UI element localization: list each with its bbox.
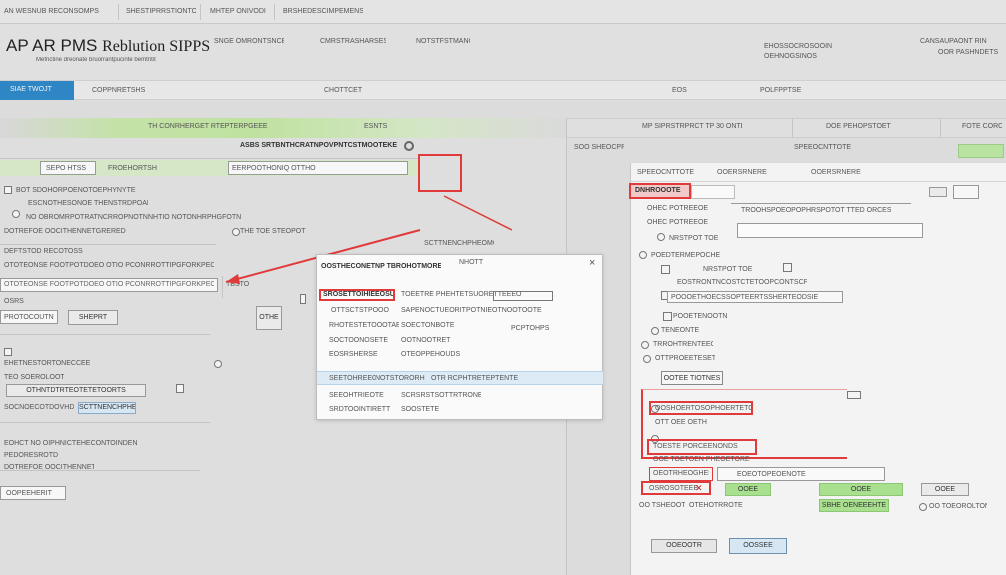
right-header-2: OOERSRNERE xyxy=(717,169,767,176)
right-action-button[interactable]: OOTEE TIOTNES xyxy=(661,371,723,385)
modal-row-3-value: OOTNOOTRET xyxy=(401,337,451,344)
green-button-3[interactable]: SBHE OENEEEHTE xyxy=(819,499,889,512)
modal-row-6-label: SEEOHTRIEOTE xyxy=(329,392,384,399)
right-radio-5[interactable] xyxy=(643,355,651,363)
right-radio-3[interactable] xyxy=(651,327,659,335)
bottom-field-box-text: EOEOTOPEOENOTE xyxy=(737,471,806,478)
green-button-2[interactable]: OOEE xyxy=(819,483,903,496)
red-group-label-1: OOSHOERTOSOPHOERTETOHHIEE xyxy=(655,405,751,412)
right-field-value: TROOHSPOEOPOPHRSPOTOT TTED ORCESTSEORE xyxy=(741,207,891,214)
modal-row-2-extra: PCPTOHPS xyxy=(511,325,550,332)
red-group2-label: TOESTE PORCEENONDS xyxy=(653,443,738,450)
modal-subtitle: NHOTT xyxy=(459,259,484,266)
right-checkbox-4[interactable] xyxy=(663,312,672,321)
right-radio-label: OHEC POTREEOE xyxy=(647,205,709,212)
right-checkbox-label-1: NRSTPOT TOE xyxy=(703,266,753,273)
right-checkbox-label-3: POOOETHOECSSOPTEERTSSHERTEODSIE xyxy=(671,294,819,301)
modal-close-icon[interactable]: × xyxy=(589,257,595,269)
right-top-small-button[interactable] xyxy=(929,187,947,197)
right-group-title: POEDTERMEPOCHE xyxy=(651,252,721,259)
red-group-label-2: OTT OEE OETH xyxy=(655,419,707,426)
modal-row-7-value: SOOSTETE xyxy=(401,406,440,413)
right-radio-label-2: OHEC POTREEOE xyxy=(647,219,709,226)
right-bottom-small-button[interactable]: OOEE xyxy=(921,483,969,496)
modal-title: OOSTHECONETNP TBROHOTMORE xyxy=(321,263,441,270)
right-sub-label: NRSTPOT TOE xyxy=(669,235,719,242)
right-checkbox-label-6: TRROHTRENTEEOE xyxy=(653,341,713,348)
right-radio-2[interactable] xyxy=(639,251,647,259)
right-checkbox-label-5: TENEONTE xyxy=(661,327,700,334)
right-top-text: SOO SHEOCPREEET xyxy=(574,144,624,151)
modal-heading-box xyxy=(493,291,553,301)
right-top-green-button[interactable] xyxy=(958,144,1004,158)
right-header-3: OOERSRNERE xyxy=(811,169,861,176)
modal-row-2-value: SOECTONBOTE xyxy=(401,322,455,329)
modal-row-4-value: OTEOPPEHOUDS xyxy=(401,351,461,358)
right-top-text-2: SPEEOCNTTOTE xyxy=(794,144,852,151)
modal-row-6-value: SCRSRSTSOTTRTRONE xyxy=(401,392,481,399)
right-checkbox-label-4: POOETENOOTN xyxy=(673,313,728,320)
modal-row-7-label: SRDTOOINTIRETT xyxy=(329,406,391,413)
right-radio-4[interactable] xyxy=(641,341,649,349)
red-group2-sub: OOE TOETOEN PHEOETORE xyxy=(653,456,750,463)
modal-row-1-value: SAPENOCTUEORITPOTNIEOTNOOTOOTE xyxy=(401,307,542,314)
right-checkbox-label-7: OTTPROEETESETS xyxy=(655,355,715,362)
modal-row-1-label: OTTSCTSTPOOO xyxy=(331,307,389,314)
right-header-1: SPEEOCNTTOTE xyxy=(637,169,695,176)
modal-row-2-label: RHOTESTETOOOTAE xyxy=(329,322,399,329)
right-field-underline xyxy=(731,203,911,204)
right-radio-8[interactable] xyxy=(919,503,927,511)
modal-row-4-label: EOSRSHERSE xyxy=(329,351,378,358)
modal-row-3-label: SOCTOONOSETE xyxy=(329,337,388,344)
bottom-row-1: OO TSHEOOTE xyxy=(639,502,685,509)
modal-heading-label: SROSETTOIHIEEOSURTOE xyxy=(323,291,393,298)
footer-button-2[interactable]: OOSSEE xyxy=(729,538,787,554)
bottom-checkbox-label: OO TOEOROLTONE xyxy=(929,503,987,510)
details-modal: OOSTHECONETNP TBROHOTMORE NHOTT × SROSET… xyxy=(316,254,603,420)
right-checkbox-2[interactable] xyxy=(783,263,792,272)
right-radio-1[interactable] xyxy=(657,233,665,241)
right-long-input[interactable] xyxy=(737,223,923,238)
modal-row-5-label: SEETOHREEO xyxy=(329,375,375,382)
floating-label: SCTTNENCHPHEOMOOTBERE xyxy=(424,240,494,247)
bottom-row-2: OTEHOTRROTE xyxy=(689,502,743,509)
right-highlight-label: DNHROOOTE xyxy=(635,187,681,194)
bottom-field-1: OEOTRHEOGHEPR xyxy=(653,470,709,477)
modal-row-5-extra: OTR RCPHTRETEPTENTE xyxy=(431,375,519,382)
green-button-1[interactable]: OOEE xyxy=(725,483,771,496)
right-checkbox-1[interactable] xyxy=(661,265,670,274)
cursor-icon: ✕ xyxy=(695,483,703,493)
right-panel: SPEEOCNTTOTE OOERSRNERE OOERSRNERE DNHRO… xyxy=(629,163,1006,575)
modal-row-5-value: NOTSTORORHE xyxy=(375,375,425,382)
footer-button-1[interactable]: OOEOOTR xyxy=(651,539,717,553)
right-checkbox-label-2: EOSTRONTNCOSTCTETOOPCONTSCPDEEE xyxy=(677,279,807,286)
right-checkbox-5[interactable] xyxy=(847,391,861,399)
right-top-input[interactable] xyxy=(953,185,979,199)
right-field-box xyxy=(691,185,735,199)
